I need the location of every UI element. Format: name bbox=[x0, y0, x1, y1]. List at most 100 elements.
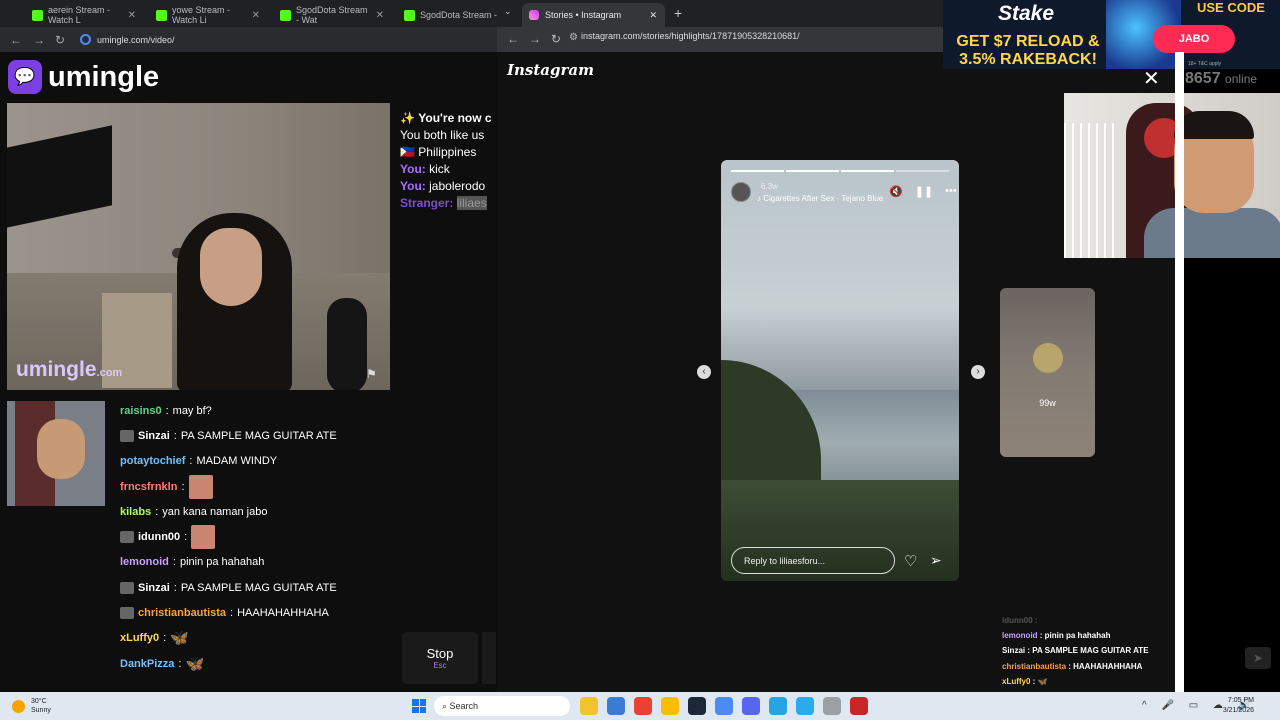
weather-widget[interactable]: 30°C Sunny bbox=[12, 697, 51, 715]
scrollbar[interactable] bbox=[1175, 52, 1184, 692]
story-song[interactable]: ♪ Cigarettes After Sex · Tejano Blue bbox=[757, 194, 883, 203]
site-info-icon[interactable] bbox=[80, 34, 91, 45]
chat-username[interactable]: frncsfrnkln bbox=[120, 481, 177, 493]
app-icon[interactable] bbox=[823, 697, 841, 715]
left-address-bar: ← → ↻ umingle.com/video/ bbox=[0, 27, 498, 52]
file-explorer-icon[interactable] bbox=[580, 697, 598, 715]
chat-username[interactable]: DankPizza bbox=[120, 658, 174, 670]
philippines-flag-icon: 🇵🇭 bbox=[400, 145, 419, 159]
new-tab-icon[interactable]: + bbox=[674, 5, 682, 21]
mute-icon[interactable]: 🔇 bbox=[889, 185, 903, 198]
chat-username[interactable]: xLuffy0 bbox=[120, 632, 159, 644]
back-icon[interactable]: ← bbox=[10, 33, 22, 47]
copilot-icon[interactable] bbox=[607, 697, 625, 715]
instagram-icon bbox=[529, 10, 539, 20]
chat-username[interactable]: kilabs bbox=[120, 506, 151, 518]
desktop: aerein Stream - Watch L ✕ yowe Stream - W… bbox=[0, 0, 1280, 720]
discord-icon[interactable] bbox=[742, 697, 760, 715]
steam-icon[interactable] bbox=[688, 697, 706, 715]
stop-button[interactable]: Stop Esc bbox=[402, 632, 478, 684]
instagram-tab-bar: ⌄ Stories • Instagram ✕ + bbox=[497, 0, 943, 27]
chat-message: kilabs: yan kana naman jabo bbox=[120, 505, 268, 518]
chat-username: xLuffy0 bbox=[1002, 676, 1031, 686]
overlay-chat-message: idunn00 : bbox=[1002, 616, 1038, 625]
left-tab-bar: aerein Stream - Watch L ✕ yowe Stream - W… bbox=[0, 0, 515, 27]
tab-instagram-stories[interactable]: Stories • Instagram ✕ bbox=[522, 3, 665, 27]
chat-username[interactable]: raisins0 bbox=[120, 405, 162, 417]
chat-username[interactable]: lemonoid bbox=[120, 556, 169, 568]
report-flag-icon[interactable]: ⚑ bbox=[366, 367, 377, 381]
send-icon[interactable]: ➢ bbox=[930, 552, 942, 569]
app-icon[interactable] bbox=[769, 697, 787, 715]
reload-icon[interactable]: ↻ bbox=[55, 33, 65, 47]
close-tab-icon[interactable]: ✕ bbox=[649, 10, 657, 21]
chat-username[interactable]: christianbautista bbox=[138, 607, 226, 619]
telegram-icon[interactable] bbox=[796, 697, 814, 715]
promo-code-button[interactable]: JABO bbox=[1153, 25, 1235, 53]
back-icon[interactable]: ← bbox=[507, 32, 519, 46]
heart-icon[interactable]: ♡ bbox=[904, 552, 917, 570]
close-story-icon[interactable]: ✕ bbox=[1143, 66, 1160, 91]
reply-input[interactable]: Reply to liliaesforu... bbox=[731, 547, 895, 574]
story-progress-segment bbox=[731, 170, 784, 172]
chrome-profile-icon[interactable] bbox=[661, 697, 679, 715]
chrome-alt-icon[interactable] bbox=[715, 697, 733, 715]
next-story-preview[interactable]: 99w bbox=[1000, 288, 1095, 457]
previous-story-icon[interactable]: ‹ bbox=[697, 365, 711, 379]
tab-stream-2[interactable]: yowe Stream - Watch Li ✕ bbox=[150, 3, 268, 27]
taskbar-search[interactable]: ⌕ Search bbox=[434, 696, 570, 716]
forward-icon[interactable]: → bbox=[529, 32, 541, 46]
emote-image bbox=[191, 525, 216, 550]
more-icon[interactable]: ••• bbox=[945, 185, 957, 198]
tab-search-icon[interactable]: ⌄ bbox=[504, 6, 512, 17]
chat-text: HAAHAHAHHAHA bbox=[1073, 661, 1143, 671]
chat-message: Sinzai: PA SAMPLE MAG GUITAR ATE bbox=[120, 575, 400, 600]
chat-message: christianbautista: HAAHAHAHHAHA bbox=[120, 600, 400, 625]
story-progress-segment bbox=[841, 170, 894, 172]
app-icon[interactable] bbox=[850, 697, 868, 715]
clock[interactable]: 7:05 PM 3/21/2026 bbox=[1216, 696, 1254, 716]
chat-username[interactable]: Sinzai bbox=[138, 582, 170, 594]
close-tab-icon[interactable]: ✕ bbox=[252, 10, 260, 21]
taskbar: 30°C Sunny ⌕ Search ^ 🎤 ▭ ☁ 🔊 7:05 PM 3/2… bbox=[0, 692, 1280, 720]
search-icon: ⌕ bbox=[442, 701, 450, 711]
umingle-watermark: umingle.com bbox=[16, 358, 123, 381]
chat-text: PA SAMPLE MAG GUITAR ATE bbox=[180, 581, 337, 594]
chat-input-edge[interactable] bbox=[482, 632, 496, 684]
sun-icon bbox=[12, 699, 25, 713]
umingle-logo[interactable]: 💬 umingle bbox=[8, 60, 159, 94]
next-story-icon[interactable]: › bbox=[971, 365, 985, 379]
chat-text: HAAHAHAHHAHA bbox=[237, 607, 329, 620]
reload-icon[interactable]: ↻ bbox=[551, 32, 561, 46]
url-field[interactable]: instagram.com/stories/highlights/1787190… bbox=[581, 31, 800, 41]
chat-username[interactable]: idunn00 bbox=[138, 531, 180, 543]
story-viewer[interactable]: 6.3w ♪ Cigarettes After Sex · Tejano Blu… bbox=[721, 160, 959, 581]
send-arrow-icon[interactable]: ➤ bbox=[1245, 647, 1271, 669]
badge-icon bbox=[120, 531, 134, 544]
stake-ad-banner[interactable]: Stake GET $7 RELOAD & 3.5% RAKEBACK! USE… bbox=[943, 0, 1280, 69]
tab-stream-3[interactable]: SgodDota Stream - Wat ✕ bbox=[274, 3, 392, 27]
chat-text: pinin pa hahahah bbox=[179, 556, 265, 569]
chrome-icon[interactable] bbox=[634, 697, 652, 715]
instagram-logo[interactable]: Instagram bbox=[507, 61, 594, 79]
avatar[interactable] bbox=[731, 182, 751, 202]
butterfly-emote-icon: 🦋 bbox=[1037, 676, 1048, 686]
badge-icon bbox=[120, 581, 134, 594]
chat-username[interactable]: Sinzai bbox=[138, 430, 170, 442]
site-settings-icon[interactable]: ⚙ bbox=[569, 32, 578, 43]
windows-start-icon[interactable] bbox=[412, 699, 426, 713]
chat-username: idunn00 bbox=[1002, 616, 1033, 625]
close-tab-icon[interactable]: ✕ bbox=[376, 10, 384, 21]
story-progress-bars bbox=[731, 170, 949, 172]
close-tab-icon[interactable]: ✕ bbox=[128, 10, 136, 21]
sparkle-icon: ✨ bbox=[400, 111, 419, 125]
tab-stream-1[interactable]: aerein Stream - Watch L ✕ bbox=[26, 3, 144, 27]
streamer-webcam bbox=[1064, 93, 1280, 258]
pause-icon[interactable]: ❚❚ bbox=[915, 185, 933, 198]
forward-icon[interactable]: → bbox=[33, 33, 45, 47]
butterfly-emote-icon: 🦋 bbox=[185, 655, 205, 673]
chat-text: MADAM WINDY bbox=[196, 455, 278, 468]
chat-username[interactable]: potaytochief bbox=[120, 455, 185, 467]
stranger-video bbox=[7, 103, 390, 390]
url-field[interactable]: umingle.com/video/ bbox=[80, 31, 490, 48]
